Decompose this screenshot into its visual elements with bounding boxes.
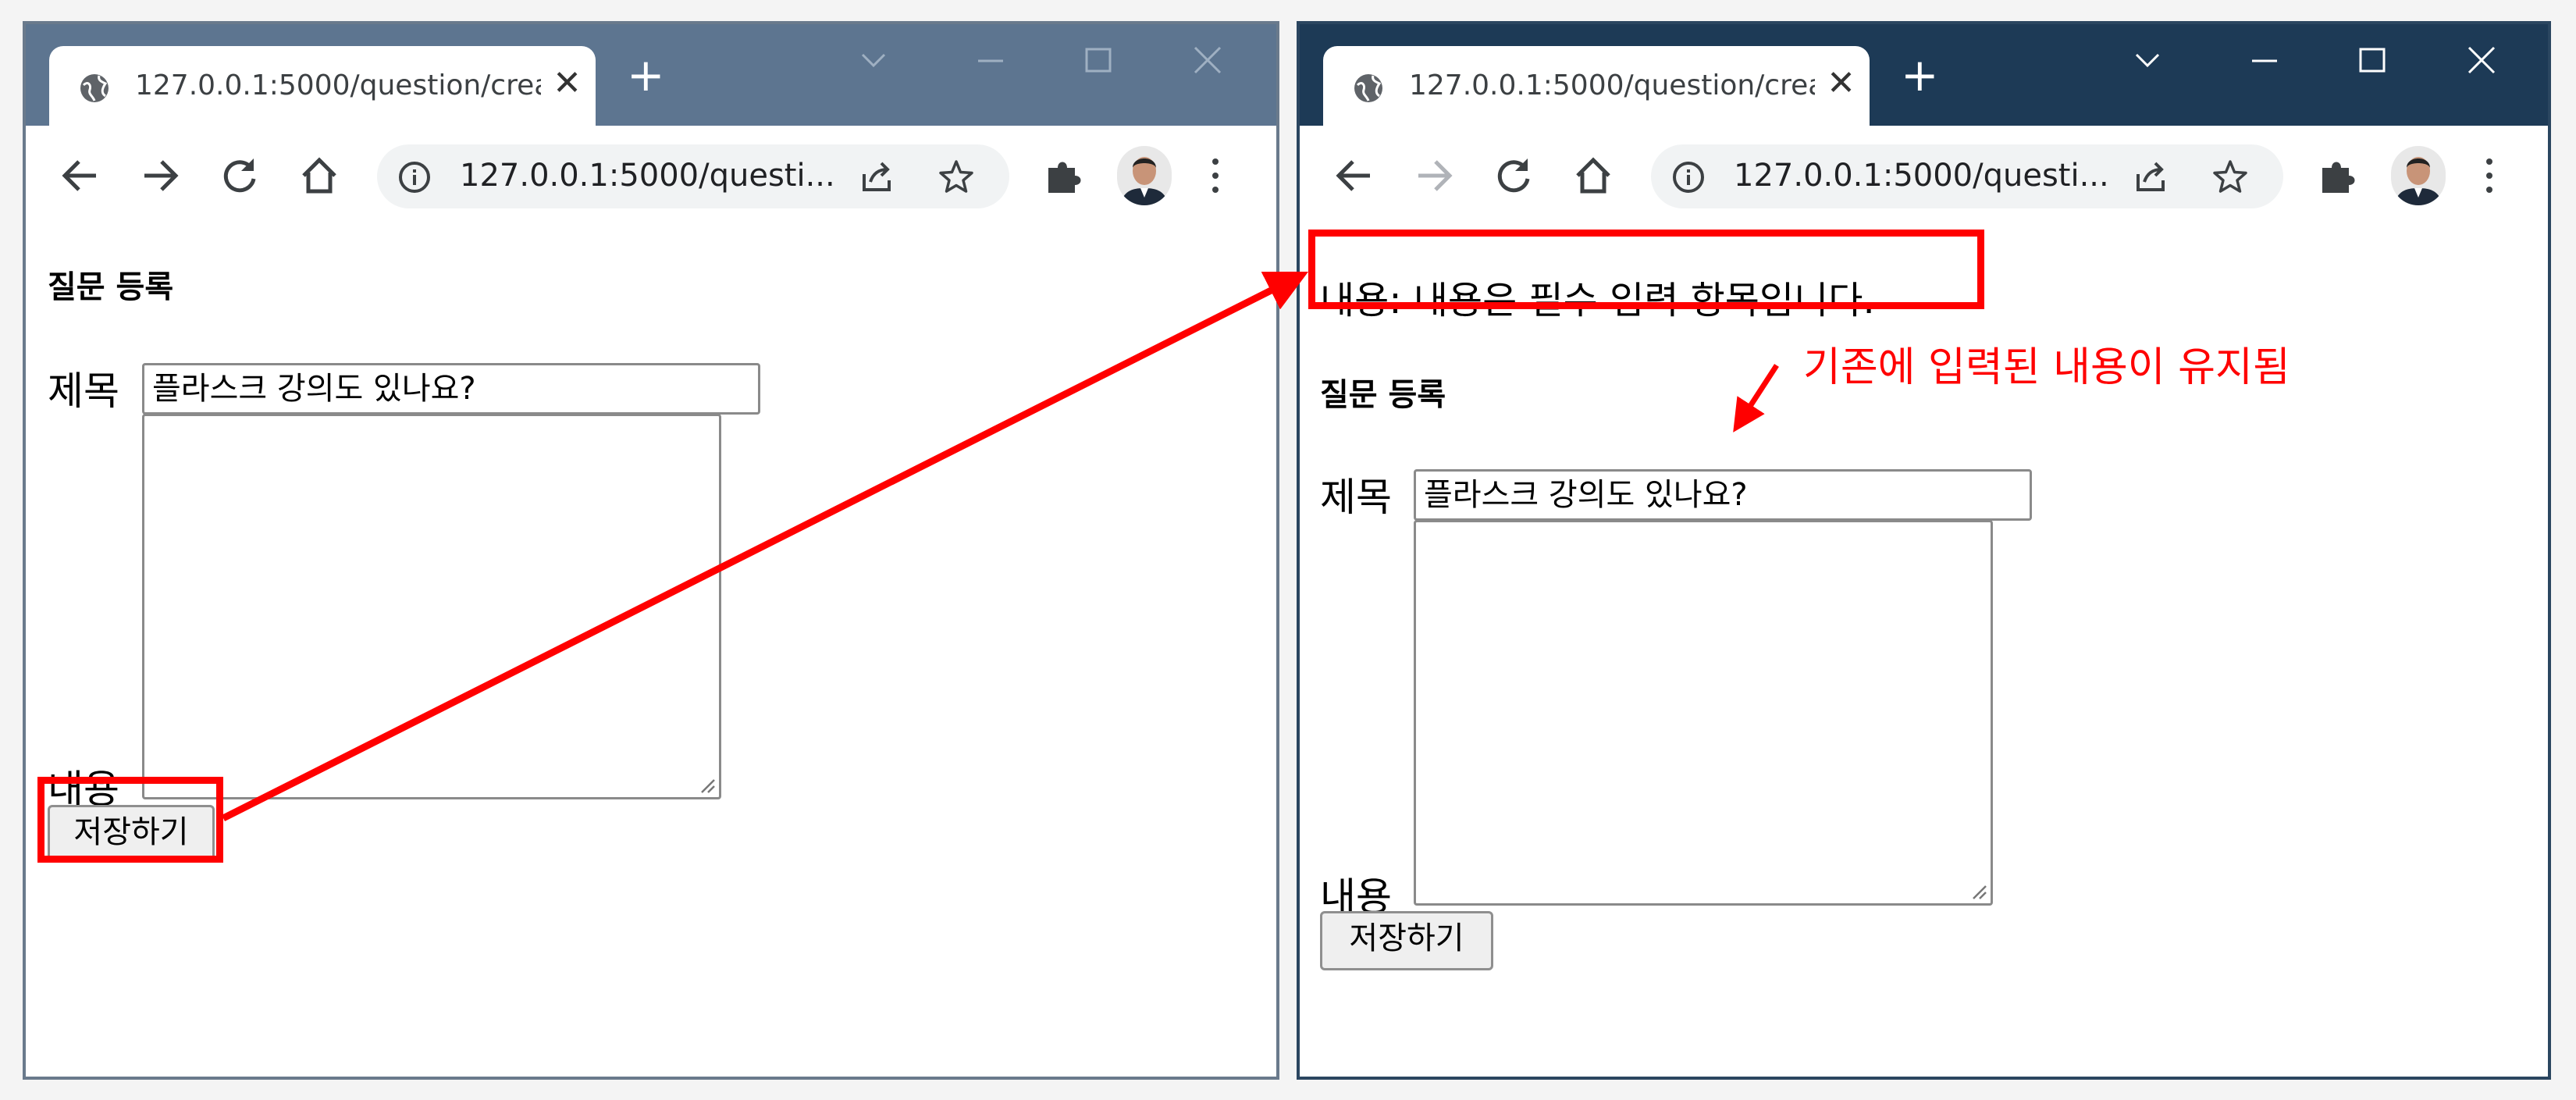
- info-icon[interactable]: [1671, 160, 1706, 194]
- forward-icon[interactable]: [1412, 154, 1456, 198]
- subject-input[interactable]: 플라스크 강의도 있나요?: [1414, 469, 2032, 521]
- close-tab-icon[interactable]: ✕: [1827, 66, 1856, 101]
- profile-avatar[interactable]: [1117, 146, 1172, 205]
- globe-icon: [1354, 74, 1382, 102]
- content-textarea[interactable]: [1414, 520, 1993, 906]
- subject-input[interactable]: 플라스크 강의도 있나요?: [142, 363, 760, 415]
- annotation-text: 기존에 입력된 내용이 유지됨: [1803, 344, 2290, 391]
- tab-title: 127.0.0.1:5000/question/create: [1409, 69, 1815, 101]
- tab-search-icon[interactable]: [2132, 46, 2163, 77]
- minimize-icon[interactable]: [975, 46, 1006, 77]
- minimize-icon[interactable]: [2249, 46, 2280, 77]
- back-icon[interactable]: [59, 154, 102, 198]
- browser-toolbar: 127.0.0.1:5000/questi...: [26, 126, 1276, 226]
- new-tab-button[interactable]: +: [1901, 52, 1939, 98]
- bookmark-star-icon[interactable]: [938, 158, 975, 196]
- bookmark-star-icon[interactable]: [2211, 158, 2249, 196]
- browser-toolbar: 127.0.0.1:5000/questi...: [1300, 126, 2548, 226]
- share-icon[interactable]: [859, 160, 894, 194]
- tab-search-icon[interactable]: [858, 46, 889, 77]
- info-icon[interactable]: [397, 160, 432, 194]
- reload-icon[interactable]: [1492, 154, 1535, 198]
- resize-grip-icon[interactable]: [1969, 881, 1987, 900]
- page-title: 질문 등록: [1320, 377, 1446, 413]
- page-content: 질문 등록 제목 플라스크 강의도 있나요? 내용 저장하기: [26, 224, 1276, 1077]
- globe-icon: [80, 74, 109, 102]
- browser-tab[interactable]: 127.0.0.1:5000/question/create ✕: [1323, 46, 1870, 126]
- address-bar[interactable]: 127.0.0.1:5000/questi...: [377, 144, 1009, 208]
- save-button-highlight-box: [37, 777, 223, 863]
- new-tab-button[interactable]: +: [627, 52, 665, 98]
- url-text: 127.0.0.1:5000/questi...: [460, 158, 835, 194]
- url-text: 127.0.0.1:5000/questi...: [1734, 158, 2109, 194]
- back-icon[interactable]: [1332, 154, 1376, 198]
- profile-avatar[interactable]: [2391, 146, 2446, 205]
- browser-window-left: 127.0.0.1:5000/question/create ✕ + 127.0…: [23, 21, 1279, 1080]
- share-icon[interactable]: [2133, 160, 2168, 194]
- subject-label: 제목: [1320, 475, 1392, 520]
- maximize-icon[interactable]: [2357, 46, 2388, 80]
- window-close-icon[interactable]: [2466, 46, 2497, 80]
- reload-icon[interactable]: [218, 154, 262, 198]
- page-title: 질문 등록: [48, 269, 174, 305]
- home-icon[interactable]: [297, 154, 341, 198]
- extensions-puzzle-icon[interactable]: [2314, 154, 2358, 198]
- browser-tab[interactable]: 127.0.0.1:5000/question/create ✕: [49, 46, 596, 126]
- subject-label: 제목: [48, 368, 119, 414]
- home-icon[interactable]: [1571, 154, 1615, 198]
- forward-icon[interactable]: [138, 154, 182, 198]
- menu-kebab-icon[interactable]: [2480, 154, 2499, 198]
- extensions-puzzle-icon[interactable]: [1041, 154, 1084, 198]
- window-close-icon[interactable]: [1192, 46, 1223, 80]
- content-textarea[interactable]: [142, 414, 721, 799]
- save-button[interactable]: 저장하기: [1320, 911, 1493, 970]
- tab-bar: 127.0.0.1:5000/question/create ✕ +: [1300, 24, 2548, 126]
- tab-bar: 127.0.0.1:5000/question/create ✕ +: [26, 24, 1276, 126]
- resize-grip-icon[interactable]: [697, 775, 716, 794]
- menu-kebab-icon[interactable]: [1206, 154, 1225, 198]
- address-bar[interactable]: 127.0.0.1:5000/questi...: [1651, 144, 2283, 208]
- close-tab-icon[interactable]: ✕: [553, 66, 582, 101]
- maximize-icon[interactable]: [1083, 46, 1114, 80]
- tab-title: 127.0.0.1:5000/question/create: [135, 69, 541, 101]
- error-message-highlight-box: [1308, 230, 1984, 309]
- browser-window-right: 127.0.0.1:5000/question/create ✕ + 127.0…: [1297, 21, 2551, 1080]
